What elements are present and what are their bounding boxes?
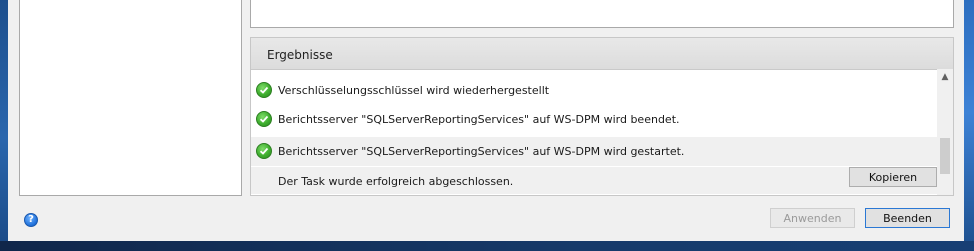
apply-button[interactable]: Anwenden	[770, 208, 855, 228]
result-row-selected: Berichtsserver "SQLServerReportingServic…	[251, 137, 937, 166]
results-title: Ergebnisse	[267, 48, 333, 62]
desktop-background-right	[964, 0, 974, 251]
help-icon[interactable]: ?	[24, 213, 38, 227]
copy-button[interactable]: Kopieren	[849, 167, 937, 187]
results-panel: Ergebnisse Verschlüsselungsschlüssel wir…	[250, 37, 954, 196]
details-panel	[250, 0, 954, 28]
result-row-label: Berichtsserver "SQLServerReportingServic…	[278, 145, 685, 158]
scrollbar-thumb[interactable]	[940, 138, 950, 174]
result-row: Berichtsserver "SQLServerReportingServic…	[251, 105, 937, 134]
results-scrollbar[interactable]: ▲	[937, 69, 953, 195]
result-row-label: Berichtsserver "SQLServerReportingServic…	[278, 113, 680, 126]
success-check-icon	[256, 143, 272, 159]
results-header: Ergebnisse	[251, 38, 953, 70]
result-row: Verschlüsselungsschlüssel wird wiederher…	[251, 76, 937, 105]
navigation-panel	[19, 0, 242, 196]
dialog-window: Ergebnisse Verschlüsselungsschlüssel wir…	[8, 0, 964, 241]
desktop-background-left	[0, 0, 8, 251]
scroll-up-arrow-icon[interactable]: ▲	[937, 69, 953, 85]
status-row: Der Task wurde erfolgreich abgeschlossen…	[251, 167, 937, 194]
exit-button[interactable]: Beenden	[865, 208, 950, 228]
result-row-label: Verschlüsselungsschlüssel wird wiederher…	[278, 84, 550, 97]
status-message: Der Task wurde erfolgreich abgeschlossen…	[278, 175, 514, 188]
success-check-icon	[256, 82, 272, 98]
taskbar-edge	[0, 241, 974, 251]
success-check-icon	[256, 111, 272, 127]
